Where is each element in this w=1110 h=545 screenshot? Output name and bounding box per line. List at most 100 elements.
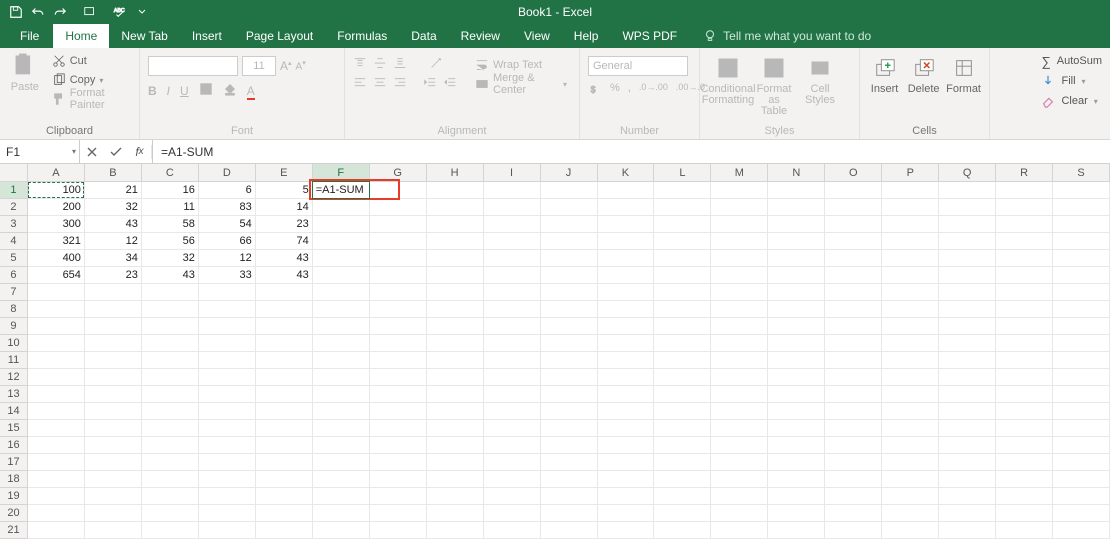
cell[interactable] xyxy=(882,403,939,420)
cell[interactable] xyxy=(711,352,768,369)
cell[interactable] xyxy=(882,284,939,301)
cell[interactable] xyxy=(541,284,598,301)
cell[interactable] xyxy=(313,403,370,420)
column-header[interactable]: A xyxy=(28,164,85,181)
cell[interactable] xyxy=(1053,420,1110,437)
cell[interactable] xyxy=(768,250,825,267)
cell[interactable] xyxy=(996,386,1053,403)
cell[interactable] xyxy=(313,335,370,352)
cell[interactable] xyxy=(313,352,370,369)
cell[interactable] xyxy=(996,522,1053,539)
cell[interactable] xyxy=(1053,301,1110,318)
cell[interactable] xyxy=(598,454,655,471)
cell[interactable] xyxy=(199,471,256,488)
cell[interactable] xyxy=(427,199,484,216)
cell[interactable] xyxy=(541,335,598,352)
cell[interactable] xyxy=(825,182,882,199)
cell[interactable] xyxy=(427,267,484,284)
cell[interactable] xyxy=(256,454,313,471)
cell[interactable] xyxy=(256,318,313,335)
cell[interactable] xyxy=(28,284,85,301)
tab-formulas[interactable]: Formulas xyxy=(325,24,399,48)
cell[interactable] xyxy=(541,454,598,471)
cell[interactable] xyxy=(28,454,85,471)
cell[interactable] xyxy=(199,386,256,403)
cell[interactable] xyxy=(825,335,882,352)
cell[interactable]: 200 xyxy=(28,199,85,216)
cell[interactable] xyxy=(484,369,541,386)
cell[interactable] xyxy=(313,250,370,267)
cell[interactable] xyxy=(939,437,996,454)
cell[interactable] xyxy=(85,471,142,488)
cell[interactable] xyxy=(996,301,1053,318)
autosum-button[interactable]: ∑AutoSum xyxy=(1041,52,1102,70)
cell[interactable] xyxy=(598,318,655,335)
cell[interactable] xyxy=(1053,471,1110,488)
cell[interactable] xyxy=(711,403,768,420)
cell[interactable] xyxy=(882,369,939,386)
cell[interactable] xyxy=(939,420,996,437)
cell[interactable] xyxy=(484,420,541,437)
cell[interactable] xyxy=(711,505,768,522)
cell[interactable] xyxy=(825,522,882,539)
format-painter-button[interactable]: Format Painter xyxy=(48,90,131,108)
insert-function-button[interactable]: fx xyxy=(128,145,152,159)
cell[interactable] xyxy=(1053,199,1110,216)
cell[interactable] xyxy=(996,352,1053,369)
cell[interactable] xyxy=(541,318,598,335)
cell[interactable] xyxy=(484,250,541,267)
cell[interactable] xyxy=(711,301,768,318)
cell[interactable] xyxy=(484,335,541,352)
cell[interactable] xyxy=(711,386,768,403)
cell[interactable] xyxy=(256,352,313,369)
cell[interactable] xyxy=(996,403,1053,420)
cell[interactable] xyxy=(1053,250,1110,267)
cell[interactable] xyxy=(768,403,825,420)
cell[interactable]: 5 xyxy=(256,182,313,199)
cell[interactable] xyxy=(711,420,768,437)
cell[interactable] xyxy=(768,454,825,471)
cell[interactable] xyxy=(313,386,370,403)
cell[interactable] xyxy=(598,437,655,454)
cell[interactable] xyxy=(882,488,939,505)
cell[interactable] xyxy=(199,403,256,420)
cell[interactable] xyxy=(256,420,313,437)
cell[interactable] xyxy=(28,437,85,454)
cell[interactable] xyxy=(1053,318,1110,335)
cell[interactable] xyxy=(427,420,484,437)
cell[interactable] xyxy=(370,505,427,522)
cell[interactable] xyxy=(85,335,142,352)
cell[interactable] xyxy=(654,318,711,335)
column-header[interactable]: K xyxy=(598,164,655,181)
tab-page-layout[interactable]: Page Layout xyxy=(234,24,325,48)
cell[interactable] xyxy=(768,267,825,284)
cell[interactable] xyxy=(256,522,313,539)
tab-wps-pdf[interactable]: WPS PDF xyxy=(610,24,689,48)
cell[interactable] xyxy=(313,369,370,386)
cell[interactable] xyxy=(85,369,142,386)
cell[interactable] xyxy=(825,437,882,454)
cell[interactable] xyxy=(996,182,1053,199)
cell[interactable] xyxy=(711,437,768,454)
cell[interactable]: 654 xyxy=(28,267,85,284)
cell[interactable] xyxy=(598,522,655,539)
cell[interactable] xyxy=(370,267,427,284)
cell[interactable] xyxy=(825,471,882,488)
cell[interactable] xyxy=(313,488,370,505)
cell[interactable] xyxy=(85,420,142,437)
cell[interactable] xyxy=(427,284,484,301)
cell[interactable]: 43 xyxy=(256,250,313,267)
cell[interactable] xyxy=(28,403,85,420)
cell[interactable] xyxy=(370,488,427,505)
decrease-font-icon[interactable]: A▾ xyxy=(296,59,306,72)
cell[interactable]: 34 xyxy=(85,250,142,267)
undo-icon[interactable] xyxy=(28,2,48,22)
cell[interactable] xyxy=(598,403,655,420)
cell[interactable] xyxy=(654,284,711,301)
cell[interactable] xyxy=(427,369,484,386)
cell[interactable] xyxy=(996,335,1053,352)
cell-styles-button[interactable]: Cell Styles xyxy=(800,54,840,106)
cell[interactable] xyxy=(939,352,996,369)
tab-help[interactable]: Help xyxy=(562,24,611,48)
cell[interactable] xyxy=(256,386,313,403)
